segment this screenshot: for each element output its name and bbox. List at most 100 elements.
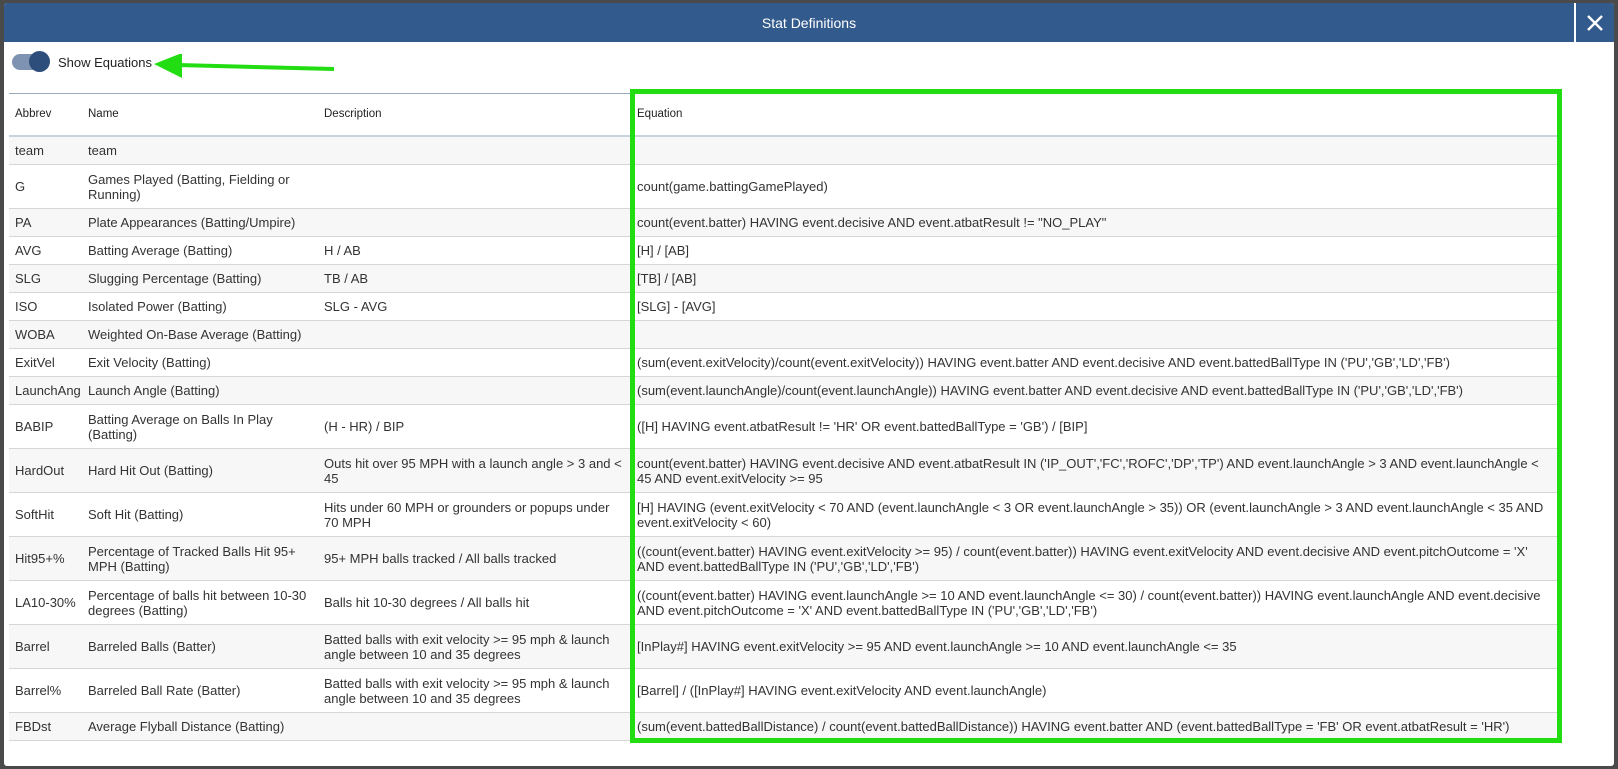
cell-abbrev: FBDst <box>9 712 82 741</box>
cell-name: team <box>82 135 318 165</box>
cell-equation: [InPlay#] HAVING event.exitVelocity >= 9… <box>631 624 1561 669</box>
cell-description <box>318 320 631 349</box>
table-row: BABIP Batting Average on Balls In Play (B… <box>9 404 1561 449</box>
table-row: FBDst Average Flyball Distance (Batting) (… <box>9 712 1561 741</box>
cell-description <box>318 376 631 405</box>
cell-abbrev: ISO <box>9 292 82 321</box>
cell-description: SLG - AVG <box>318 292 631 321</box>
cell-description: Batted balls with exit velocity >= 95 mp… <box>318 668 631 713</box>
cell-equation: (sum(event.exitVelocity)/count(event.exi… <box>631 348 1561 377</box>
cell-description <box>318 208 631 237</box>
cell-name: Plate Appearances (Batting/Umpire) <box>82 208 318 237</box>
cell-description: Balls hit 10-30 degrees / All balls hit <box>318 580 631 625</box>
cell-abbrev: SoftHit <box>9 492 82 537</box>
cell-name: Batting Average on Balls In Play (Battin… <box>82 404 318 449</box>
cell-name: Slugging Percentage (Batting) <box>82 264 318 293</box>
cell-equation: [Barrel] / ([InPlay#] HAVING event.exitV… <box>631 668 1561 713</box>
cell-abbrev: AVG <box>9 236 82 265</box>
column-header-description[interactable]: Description <box>318 93 631 137</box>
cell-equation: count(event.batter) HAVING event.decisiv… <box>631 448 1561 493</box>
cell-abbrev: ExitVel <box>9 348 82 377</box>
cell-description: H / AB <box>318 236 631 265</box>
stat-definitions-table: Abbrev Name Description Equation team tea… <box>9 93 1561 741</box>
cell-equation: [H] HAVING (event.exitVelocity < 70 AND … <box>631 492 1561 537</box>
cell-name: Isolated Power (Batting) <box>82 292 318 321</box>
table-row: SLG Slugging Percentage (Batting) TB / AB[… <box>9 264 1561 293</box>
cell-abbrev: Barrel% <box>9 668 82 713</box>
table-row: PA Plate Appearances (Batting/Umpire) coun… <box>9 208 1561 237</box>
cell-abbrev: LA10-30% <box>9 580 82 625</box>
table-header-row: Abbrev Name Description Equation <box>9 93 1561 137</box>
table-body: team team G Games Played (Batting, Fielding… <box>9 135 1561 741</box>
column-header-name[interactable]: Name <box>82 93 318 137</box>
cell-description: Batted balls with exit velocity >= 95 mp… <box>318 624 631 669</box>
annotation-arrow-icon <box>154 54 335 78</box>
cell-equation: ((count(event.batter) HAVING event.exitV… <box>631 536 1561 581</box>
cell-abbrev: BABIP <box>9 404 82 449</box>
cell-name: Barreled Balls (Batter) <box>82 624 318 669</box>
close-button[interactable] <box>1574 3 1614 43</box>
cell-description: (H - HR) / BIP <box>318 404 631 449</box>
cell-name: Percentage of Tracked Balls Hit 95+ MPH … <box>82 536 318 581</box>
cell-name: Percentage of balls hit between 10-30 de… <box>82 580 318 625</box>
cell-abbrev: G <box>9 164 82 209</box>
close-icon <box>1587 15 1603 31</box>
cell-name: Weighted On-Base Average (Batting) <box>82 320 318 349</box>
dialog-titlebar: Stat Definitions <box>4 3 1614 43</box>
stat-definitions-dialog: Stat Definitions Show Equations Abbrev N… <box>4 3 1614 766</box>
cell-name: Games Played (Batting, Fielding or Runni… <box>82 164 318 209</box>
cell-equation: [SLG] - [AVG] <box>631 292 1561 321</box>
table-row: Hit95+% Percentage of Tracked Balls Hit 9… <box>9 536 1561 581</box>
table-row: LaunchAng Launch Angle (Batting) (sum(even… <box>9 376 1561 405</box>
cell-abbrev: WOBA <box>9 320 82 349</box>
cell-equation: [H] / [AB] <box>631 236 1561 265</box>
cell-name: Launch Angle (Batting) <box>82 376 318 405</box>
cell-description: 95+ MPH balls tracked / All balls tracke… <box>318 536 631 581</box>
cell-name: Hard Hit Out (Batting) <box>82 448 318 493</box>
cell-name: Batting Average (Batting) <box>82 236 318 265</box>
cell-description: TB / AB <box>318 264 631 293</box>
cell-abbrev: team <box>9 135 82 165</box>
table-row: Barrel% Barreled Ball Rate (Batter) Batted… <box>9 668 1561 713</box>
table-row: Barrel Barreled Balls (Batter) Batted ball… <box>9 624 1561 669</box>
cell-equation <box>631 320 1561 349</box>
cell-description <box>318 712 631 741</box>
table-row: ExitVel Exit Velocity (Batting) (sum(event… <box>9 348 1561 377</box>
show-equations-label: Show Equations <box>58 54 152 70</box>
cell-abbrev: PA <box>9 208 82 237</box>
show-equations-toggle[interactable] <box>12 51 50 72</box>
cell-abbrev: LaunchAng <box>9 376 82 405</box>
cell-abbrev: SLG <box>9 264 82 293</box>
cell-description: Hits under 60 MPH or grounders or popups… <box>318 492 631 537</box>
table-row: ISO Isolated Power (Batting) SLG - AVG [SLG… <box>9 292 1561 321</box>
table-row: WOBA Weighted On-Base Average (Batting) <box>9 320 1561 349</box>
table-row: G Games Played (Batting, Fielding or Runn… <box>9 164 1561 209</box>
cell-name: Exit Velocity (Batting) <box>82 348 318 377</box>
cell-equation: count(game.battingGamePlayed) <box>631 164 1561 209</box>
table-row: LA10-30% Percentage of balls hit between … <box>9 580 1561 625</box>
cell-name: Soft Hit (Batting) <box>82 492 318 537</box>
cell-description <box>318 135 631 165</box>
cell-equation: (sum(event.launchAngle)/count(event.laun… <box>631 376 1561 405</box>
cell-equation: (sum(event.battedBallDistance) / count(e… <box>631 712 1561 741</box>
cell-name: Average Flyball Distance (Batting) <box>82 712 318 741</box>
cell-name: Barreled Ball Rate (Batter) <box>82 668 318 713</box>
cell-abbrev: HardOut <box>9 448 82 493</box>
cell-equation: ([H] HAVING event.atbatResult != 'HR' OR… <box>631 404 1561 449</box>
column-header-equation[interactable]: Equation <box>631 93 1561 137</box>
cell-equation: [TB] / [AB] <box>631 264 1561 293</box>
cell-description <box>318 348 631 377</box>
column-header-abbrev[interactable]: Abbrev <box>9 93 82 137</box>
show-equations-toggle-row: Show Equations <box>12 51 152 72</box>
stat-definitions-table-wrap: Abbrev Name Description Equation team tea… <box>9 93 1561 741</box>
toggle-knob <box>29 51 50 72</box>
table-row: AVG Batting Average (Batting) H / AB [H] / … <box>9 236 1561 265</box>
table-row: team team <box>9 135 1561 165</box>
cell-abbrev: Hit95+% <box>9 536 82 581</box>
cell-description <box>318 164 631 209</box>
cell-description: Outs hit over 95 MPH with a launch angle… <box>318 448 631 493</box>
dialog-title: Stat Definitions <box>761 14 857 31</box>
table-row: HardOut Hard Hit Out (Batting) Outs hit ov… <box>9 448 1561 493</box>
cell-abbrev: Barrel <box>9 624 82 669</box>
cell-equation: ((count(event.batter) HAVING event.launc… <box>631 580 1561 625</box>
